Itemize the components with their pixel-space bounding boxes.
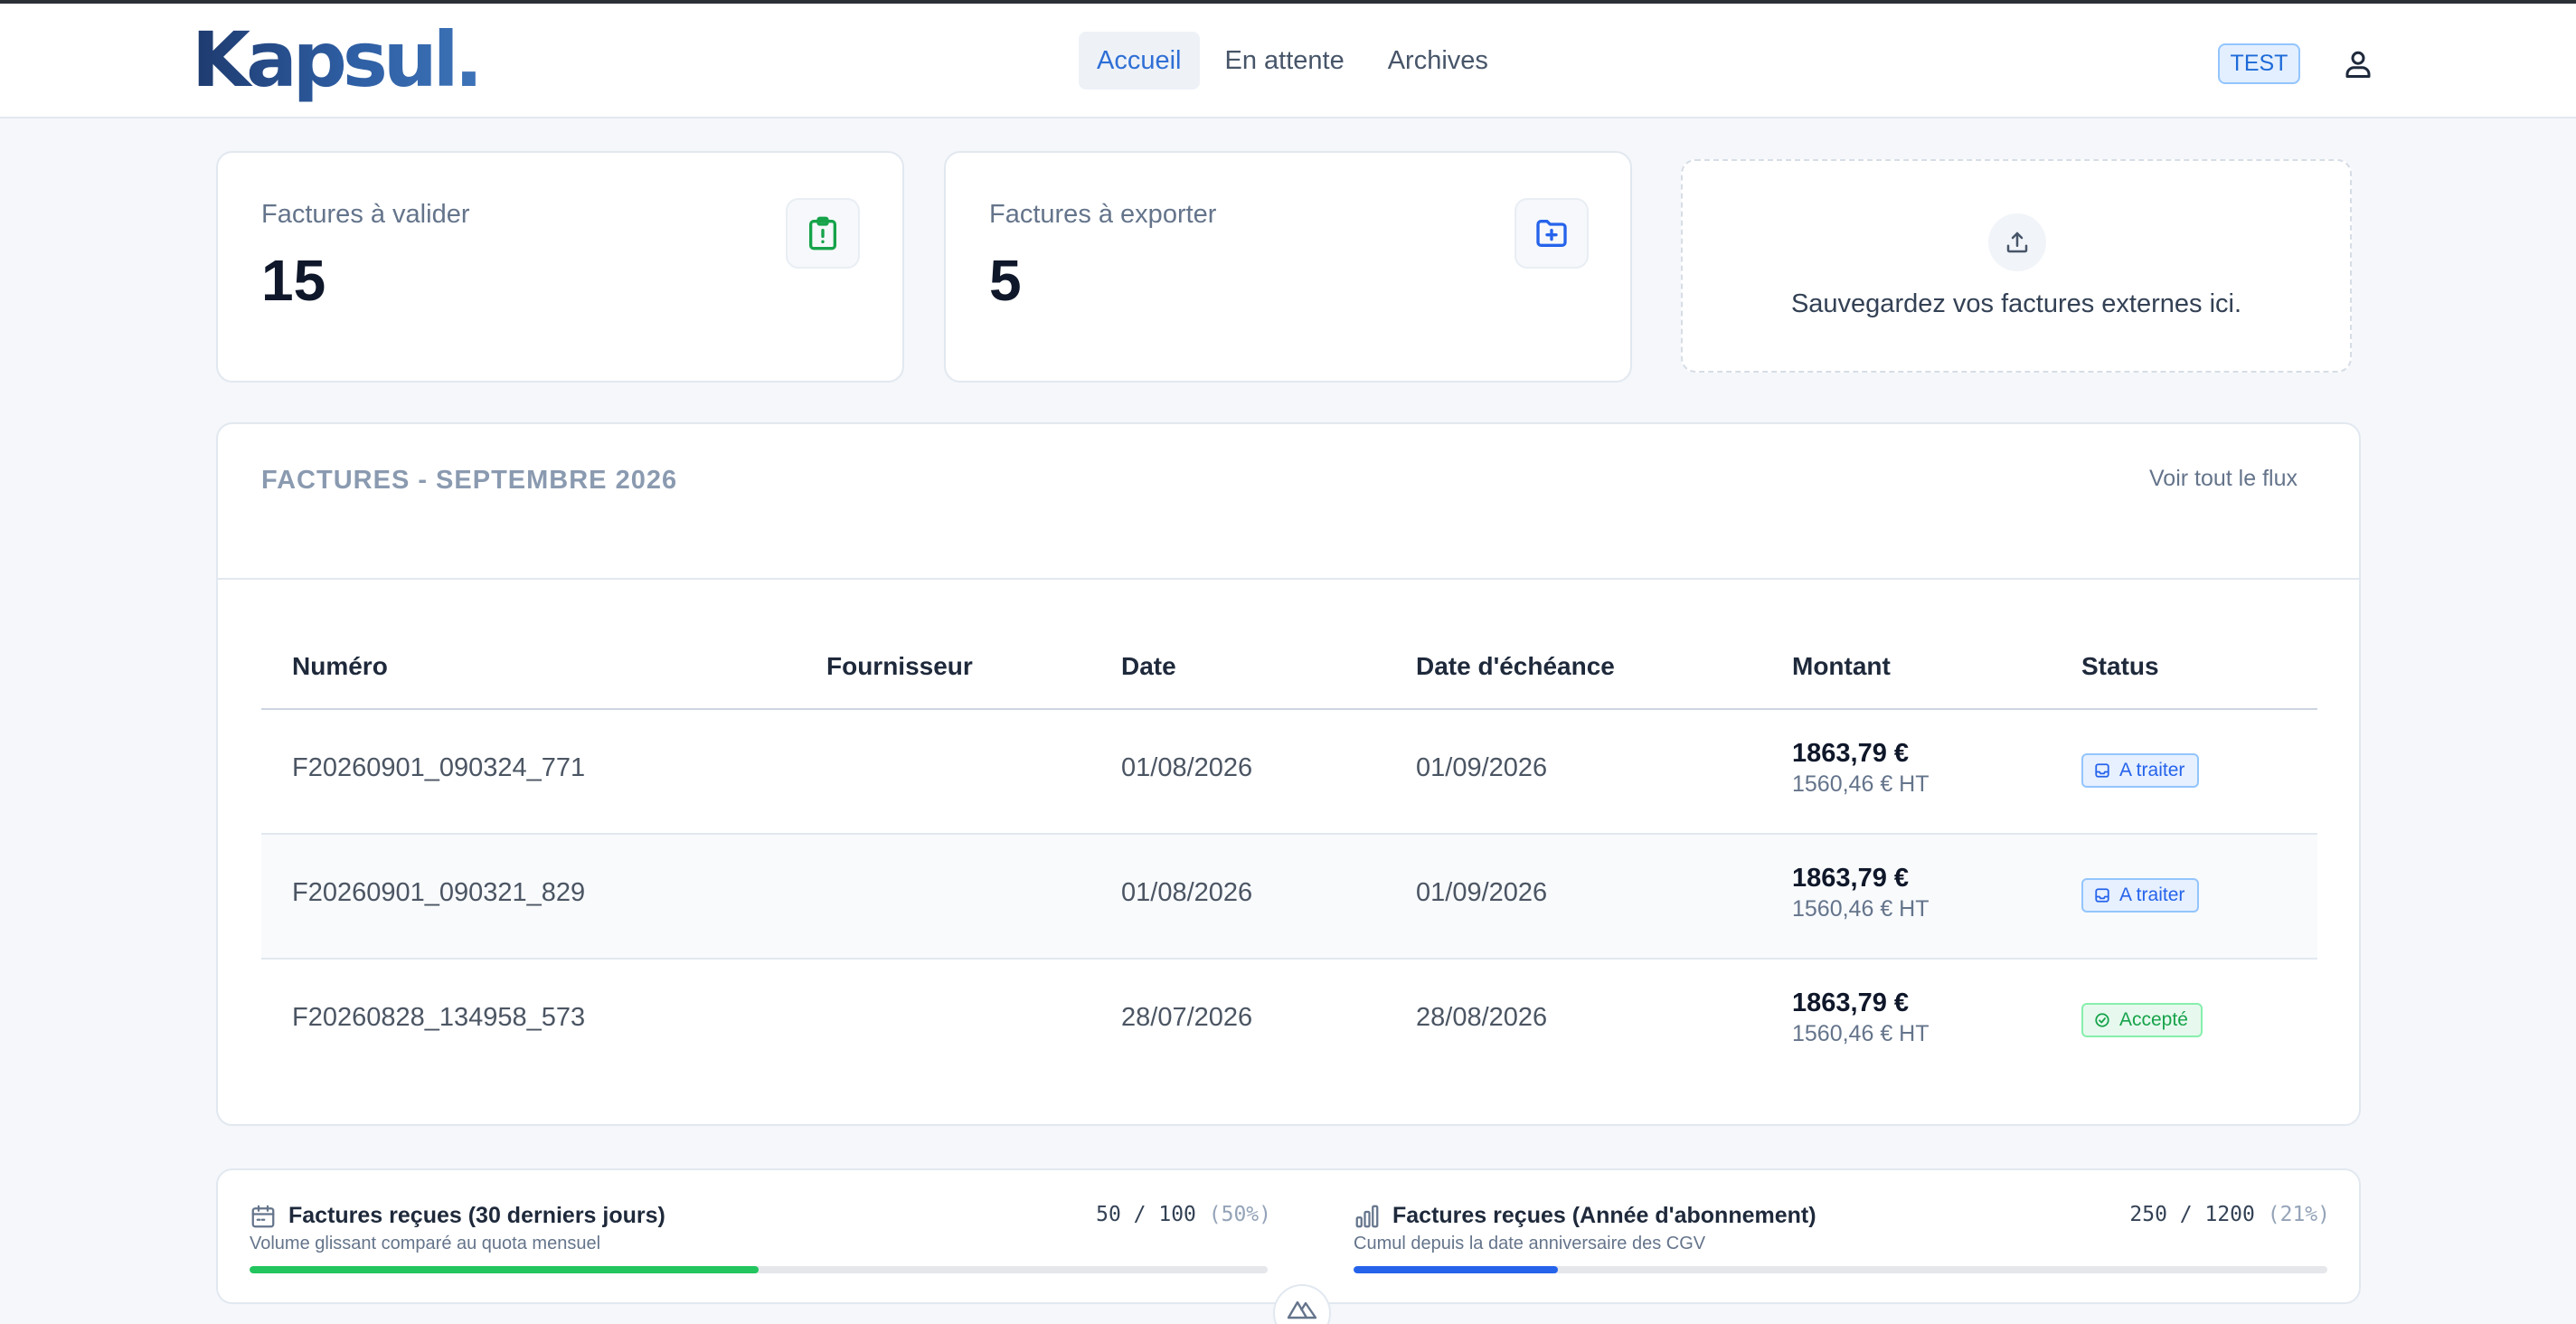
invoice-amount: 1863,79 €	[1792, 739, 1910, 768]
col-header-supplier: Fournisseur	[826, 652, 973, 680]
inbox-icon	[2095, 888, 2109, 903]
stat-icon-box	[1514, 198, 1589, 269]
see-all-link[interactable]: Voir tout le flux	[2149, 466, 2298, 492]
quota-yearly-title: Factures reçues (Année d'abonnement)	[1392, 1203, 1816, 1228]
nav-accueil[interactable]: Accueil	[1079, 32, 1200, 90]
quota-monthly-track	[250, 1266, 1268, 1273]
table-row[interactable]: F20260901_090324_771 01/08/2026 01/09/20…	[261, 710, 2317, 835]
quota-monthly-subtitle: Volume glissant comparé au quota mensuel	[250, 1234, 601, 1253]
nav-archives[interactable]: Archives	[1370, 32, 1506, 90]
nav-en-attente[interactable]: En attente	[1207, 32, 1363, 90]
check-circle-icon	[2095, 1013, 2109, 1027]
folder-plus-icon	[1536, 220, 1567, 247]
col-header-status: Status	[2081, 652, 2159, 680]
status-label: A traiter	[2119, 884, 2185, 905]
quota-yearly-fill	[1354, 1266, 1559, 1273]
status-label: A traiter	[2119, 760, 2185, 780]
quota-yearly-count: 250 / 1200 (21%)	[2129, 1203, 2330, 1226]
invoices-card: FACTURES - SEPTEMBRE 2026 Voir tout le f…	[216, 422, 2361, 1126]
stat-label: Factures à exporter	[989, 200, 1217, 229]
user-icon[interactable]	[2342, 48, 2374, 80]
stat-value: 15	[261, 248, 326, 313]
col-header-due-date: Date d'échéance	[1416, 652, 1615, 680]
invoice-amount-ht: 1560,46 € HT	[1792, 896, 1930, 922]
invoice-due-date: 28/08/2026	[1416, 1003, 1548, 1032]
calendar-icon	[251, 1205, 275, 1228]
invoice-date: 01/08/2026	[1121, 753, 1253, 782]
invoice-number: F20260828_134958_573	[292, 1003, 586, 1032]
quota-card: Factures reçues (30 derniers jours) Volu…	[216, 1168, 2361, 1304]
invoice-number: F20260901_090321_829	[292, 878, 586, 907]
stat-label: Factures à valider	[261, 200, 470, 229]
status-badge: A traiter	[2081, 753, 2200, 788]
bar-chart-icon	[1355, 1205, 1379, 1228]
upload-text: Sauvegardez vos factures externes ici.	[1790, 289, 2242, 318]
invoice-number: F20260901_090324_771	[292, 753, 586, 782]
section-title: FACTURES - SEPTEMBRE 2026	[261, 466, 678, 495]
clipboard-alert-icon	[809, 216, 836, 251]
invoice-date: 01/08/2026	[1121, 878, 1253, 907]
quota-monthly-count: 50 / 100 (50%)	[1096, 1203, 1271, 1226]
status-label: Accepté	[2119, 1009, 2188, 1030]
invoice-amount: 1863,79 €	[1792, 864, 1910, 893]
col-header-amount: Montant	[1792, 652, 1891, 680]
status-badge: A traiter	[2081, 878, 2200, 913]
col-header-number: Numéro	[292, 652, 388, 680]
quota-monthly-title: Factures reçues (30 derniers jours)	[288, 1203, 665, 1228]
upload-dropzone[interactable]: Sauvegardez vos factures externes ici.	[1681, 159, 2352, 373]
upload-icon-circle	[1988, 213, 2046, 271]
logo[interactable]: Kapsul.	[192, 16, 483, 103]
inbox-icon	[2095, 763, 2109, 778]
quota-monthly-value: 50 / 100	[1096, 1203, 1196, 1226]
quota-monthly-percent: (50%)	[1208, 1203, 1271, 1226]
env-badge: TEST	[2218, 43, 2300, 84]
nuxt-devtools-icon	[1287, 1300, 1317, 1319]
main-nav: Accueil En attente Archives	[1079, 32, 1506, 90]
app-header: Kapsul. Accueil En attente Archives TEST	[0, 4, 2576, 118]
invoice-amount: 1863,79 €	[1792, 988, 1910, 1017]
status-badge: Accepté	[2081, 1003, 2203, 1037]
quota-monthly-fill	[250, 1266, 759, 1273]
table-row[interactable]: F20260901_090321_829 01/08/2026 01/09/20…	[261, 835, 2317, 960]
section-divider	[218, 578, 2359, 580]
quota-yearly-subtitle: Cumul depuis la date anniversaire des CG…	[1354, 1234, 1706, 1253]
stat-icon-box	[786, 198, 860, 269]
quota-yearly-track	[1354, 1266, 2327, 1273]
table-row[interactable]: F20260828_134958_573 28/07/2026 28/08/20…	[261, 960, 2317, 1084]
invoice-date: 28/07/2026	[1121, 1003, 1253, 1032]
col-header-date: Date	[1121, 652, 1176, 680]
quota-yearly-value: 250 / 1200	[2129, 1203, 2255, 1226]
upload-icon	[2006, 232, 2028, 253]
invoice-due-date: 01/09/2026	[1416, 878, 1548, 907]
stat-card-to-validate[interactable]: Factures à valider 15	[216, 151, 904, 383]
quota-yearly-percent: (21%)	[2267, 1203, 2330, 1226]
invoice-amount-ht: 1560,46 € HT	[1792, 1021, 1930, 1046]
stat-value: 5	[989, 248, 1022, 313]
invoice-due-date: 01/09/2026	[1416, 753, 1548, 782]
stat-card-to-export[interactable]: Factures à exporter 5	[944, 151, 1632, 383]
invoice-amount-ht: 1560,46 € HT	[1792, 771, 1930, 797]
